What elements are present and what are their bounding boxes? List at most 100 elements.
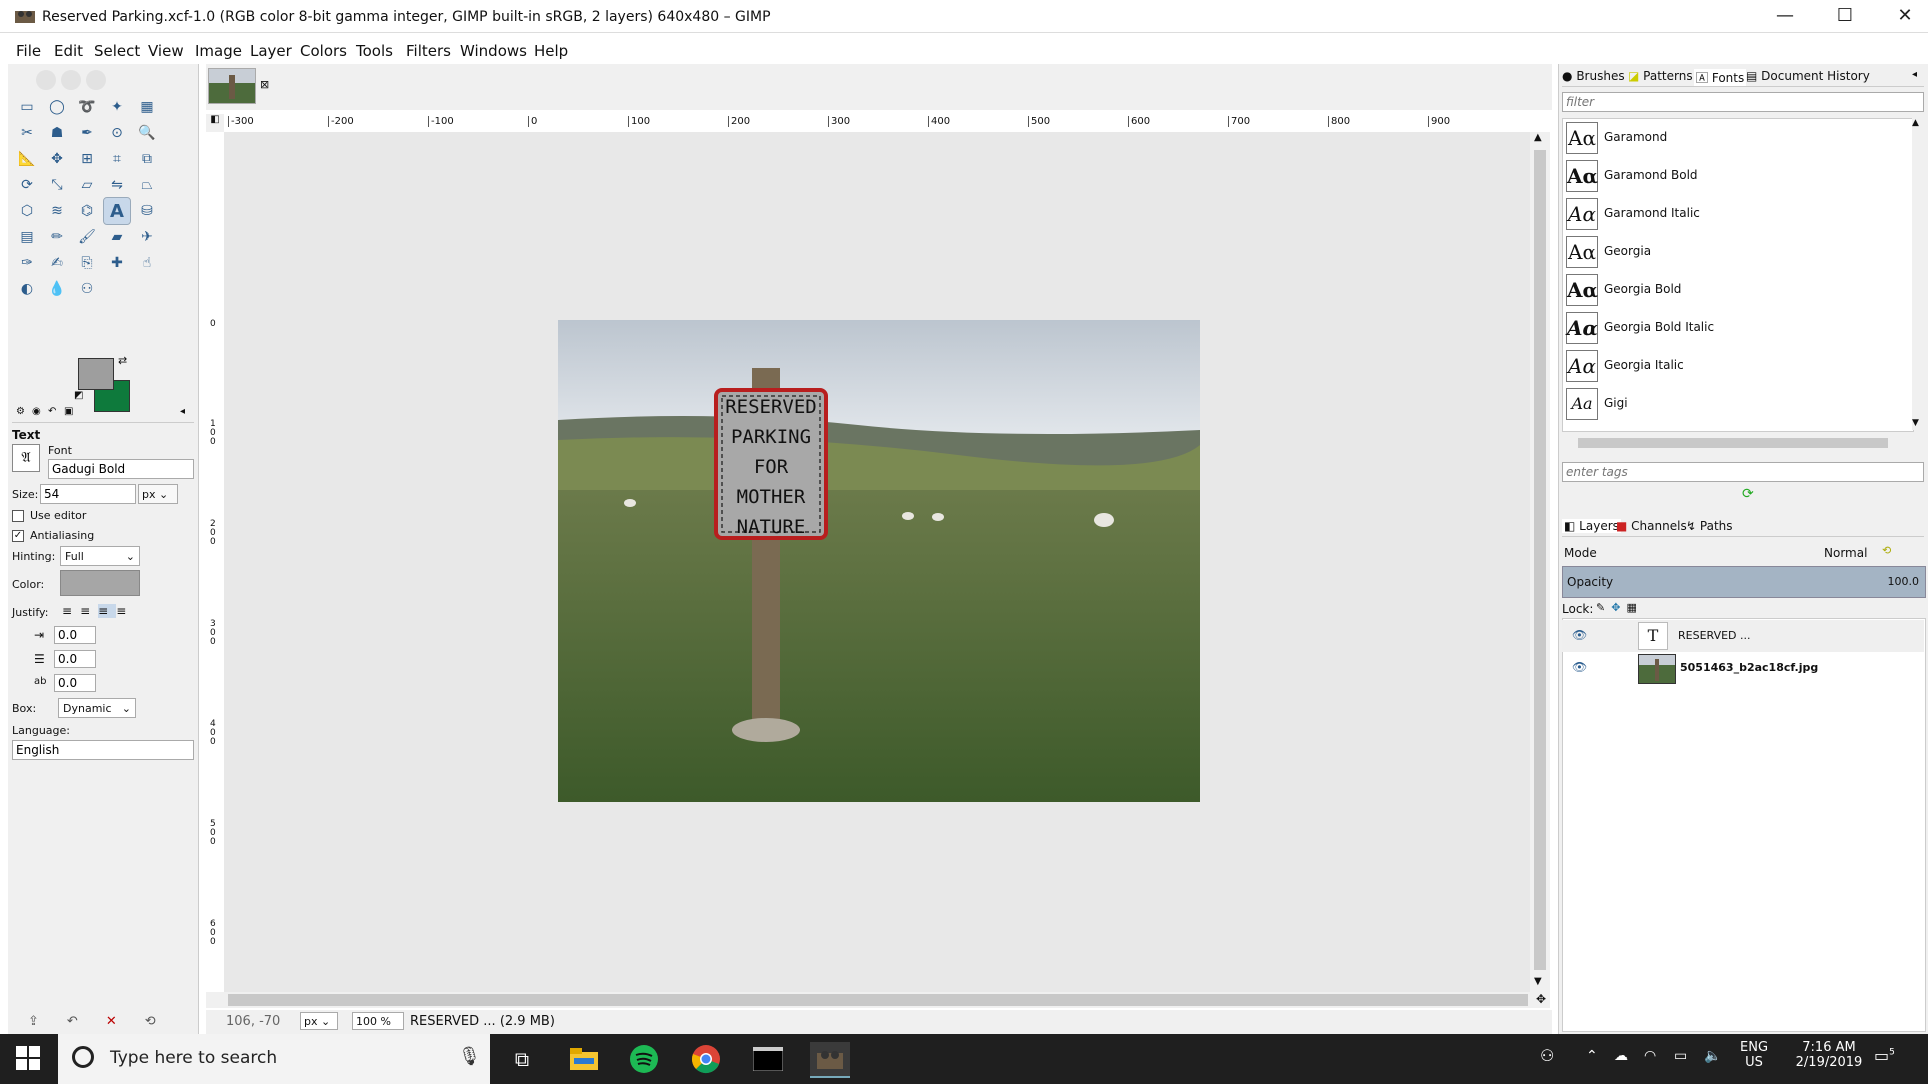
font-item[interactable]: Aα Garamond Italic bbox=[1566, 196, 1906, 232]
tab-fonts[interactable]: 🄰 Fonts bbox=[1694, 69, 1747, 86]
scroll-down-icon[interactable]: ▼ bbox=[1534, 976, 1542, 987]
tab-layers[interactable]: ◧ Layers bbox=[1562, 519, 1621, 533]
navigate-icon[interactable]: ✥ bbox=[1536, 992, 1546, 1006]
size-input[interactable] bbox=[40, 484, 136, 504]
measure-tool-icon[interactable]: 📐 bbox=[14, 146, 40, 172]
tool-options-icon[interactable]: ⚙ bbox=[16, 406, 25, 417]
pencil-tool-icon[interactable]: ✏ bbox=[44, 224, 70, 250]
letter-spacing-input[interactable] bbox=[54, 674, 96, 692]
heal-tool-icon[interactable]: ✚ bbox=[104, 250, 130, 276]
text-tool-icon[interactable]: A bbox=[103, 197, 131, 225]
3d-transform-tool-icon[interactable]: ⬡ bbox=[14, 198, 40, 224]
font-item[interactable]: Aα Garamond Bold bbox=[1566, 158, 1906, 194]
refresh-fonts-icon[interactable]: ⟳ bbox=[1742, 486, 1754, 502]
menu-file[interactable]: File bbox=[16, 42, 41, 60]
cage-tool-icon[interactable]: ⌬ bbox=[74, 198, 100, 224]
microphone-icon[interactable]: 🎙 bbox=[458, 1046, 481, 1067]
zoom-tool-icon[interactable]: 🔍 bbox=[134, 120, 160, 146]
image-canvas[interactable]: RESERVED PARKING FOR MOTHER NATURE bbox=[558, 320, 1200, 802]
shear-tool-icon[interactable]: ▱ bbox=[74, 172, 100, 198]
text-color-button[interactable] bbox=[60, 570, 140, 596]
tab-document-history[interactable]: ▤ Document History bbox=[1746, 69, 1870, 83]
lock-pixels-icon[interactable]: ✎ bbox=[1596, 601, 1611, 614]
sign-text-layer[interactable]: RESERVED PARKING FOR MOTHER NATURE bbox=[716, 392, 826, 542]
opacity-slider[interactable]: Opacity 100.0 bbox=[1562, 566, 1926, 598]
scroll-up-icon[interactable]: ▲ bbox=[1912, 118, 1919, 128]
scale-tool-icon[interactable]: ⤡ bbox=[44, 172, 70, 198]
rotate-tool-icon[interactable]: ⟳ bbox=[14, 172, 40, 198]
battery-icon[interactable]: ▭ bbox=[1674, 1048, 1687, 1064]
close-tab-icon[interactable]: ⊠ bbox=[260, 78, 269, 91]
menu-colors[interactable]: Colors bbox=[300, 42, 347, 60]
menu-tools[interactable]: Tools bbox=[356, 42, 393, 60]
bucket-fill-tool-icon[interactable]: ⛁ bbox=[134, 198, 160, 224]
horizontal-scrollbar[interactable]: ✥ bbox=[206, 992, 1550, 1008]
reset-icon[interactable]: ⟲ bbox=[145, 1014, 184, 1029]
color-picker-tool-icon[interactable]: ⊙ bbox=[104, 120, 130, 146]
menu-view[interactable]: View bbox=[148, 42, 184, 60]
justify-left-icon[interactable]: ≡ bbox=[62, 604, 80, 618]
font-filter-input[interactable] bbox=[1562, 92, 1924, 112]
chrome-icon[interactable] bbox=[686, 1042, 726, 1076]
windows-start-button[interactable] bbox=[16, 1046, 40, 1073]
people-icon[interactable]: ⚇ bbox=[1540, 1046, 1554, 1065]
clone-tool-icon[interactable]: ⎘ bbox=[74, 250, 100, 276]
perspective-clone-tool-icon[interactable]: ⚇ bbox=[74, 276, 100, 302]
menu-windows[interactable]: Windows bbox=[460, 42, 527, 60]
vertical-scrollbar[interactable]: ▲ ▼ bbox=[1530, 132, 1550, 992]
onedrive-icon[interactable]: ☁ bbox=[1614, 1048, 1628, 1064]
layer-row[interactable]: 👁 T RESERVED ... bbox=[1562, 620, 1924, 652]
indent-input[interactable] bbox=[54, 626, 96, 644]
move-tool-icon[interactable]: ✥ bbox=[44, 146, 70, 172]
delete-preset-icon[interactable]: ✕ bbox=[106, 1014, 145, 1029]
save-preset-icon[interactable]: ⇪ bbox=[28, 1014, 67, 1029]
ink-tool-icon[interactable]: ✑ bbox=[14, 250, 40, 276]
unified-transform-tool-icon[interactable]: ⧉ bbox=[134, 146, 160, 172]
unit-select[interactable]: px ⌄ bbox=[300, 1012, 338, 1030]
free-select-tool-icon[interactable]: ➰ bbox=[74, 94, 100, 120]
smudge-tool-icon[interactable]: ☝ bbox=[134, 250, 160, 276]
scroll-down-icon[interactable]: ▼ bbox=[1912, 418, 1919, 428]
task-view-icon[interactable]: ⧉ bbox=[502, 1042, 542, 1076]
rect-select-tool-icon[interactable]: ▭ bbox=[14, 94, 40, 120]
tab-brushes[interactable]: ● Brushes bbox=[1562, 69, 1625, 83]
warp-transform-tool-icon[interactable]: ≋ bbox=[44, 198, 70, 224]
file-explorer-icon[interactable] bbox=[564, 1042, 604, 1076]
gradient-tool-icon[interactable]: ▤ bbox=[14, 224, 40, 250]
menu-image[interactable]: Image bbox=[195, 42, 242, 60]
gimp-taskbar-icon[interactable] bbox=[810, 1042, 850, 1078]
antialiasing-checkbox[interactable]: ✓ bbox=[12, 530, 24, 542]
font-item[interactable]: Aα Georgia Bold Italic bbox=[1566, 310, 1906, 346]
tab-patterns[interactable]: ◪ Patterns bbox=[1628, 69, 1693, 83]
menu-filters[interactable]: Filters bbox=[406, 42, 451, 60]
mode-select[interactable]: Normal ⌄ bbox=[1824, 544, 1880, 578]
foreground-color-swatch[interactable] bbox=[78, 358, 114, 390]
undo-history-icon[interactable]: ↶ bbox=[48, 406, 56, 417]
vertical-ruler[interactable]: 0 100 200 300 400 500 600 bbox=[206, 132, 225, 992]
taskbar-search-box[interactable]: Type here to search 🎙 bbox=[58, 1034, 490, 1084]
paths-tool-icon[interactable]: ✒ bbox=[74, 120, 100, 146]
justify-right-icon[interactable]: ≡ bbox=[80, 604, 98, 618]
scissors-select-tool-icon[interactable]: ✂ bbox=[14, 120, 40, 146]
font-item[interactable]: Aa Gigi bbox=[1566, 386, 1906, 422]
volume-icon[interactable]: 🔈 bbox=[1704, 1048, 1721, 1064]
font-list-hscrollbar[interactable] bbox=[1562, 436, 1924, 450]
size-unit-select[interactable]: px ⌄ bbox=[138, 484, 178, 504]
align-tool-icon[interactable]: ⊞ bbox=[74, 146, 100, 172]
horizontal-scroll-thumb[interactable] bbox=[228, 994, 1528, 1006]
default-colors-icon[interactable]: ◩ bbox=[74, 390, 83, 401]
device-status-icon[interactable]: ◉ bbox=[32, 406, 41, 417]
use-editor-checkbox[interactable] bbox=[12, 510, 24, 522]
wifi-icon[interactable]: ◠ bbox=[1644, 1048, 1656, 1064]
justify-fill-icon[interactable]: ≡ bbox=[116, 604, 134, 618]
terminal-icon[interactable] bbox=[748, 1042, 788, 1076]
ellipse-select-tool-icon[interactable]: ◯ bbox=[44, 94, 70, 120]
configure-tab-icon[interactable]: ◂ bbox=[180, 406, 185, 417]
action-center-icon[interactable]: ▭5 bbox=[1874, 1046, 1895, 1065]
font-item[interactable]: Aα Georgia Bold bbox=[1566, 272, 1906, 308]
menu-edit[interactable]: Edit bbox=[54, 42, 83, 60]
hinting-select[interactable]: Full ⌄ bbox=[60, 546, 140, 566]
tab-paths[interactable]: ↯ Paths bbox=[1686, 519, 1733, 533]
tab-channels[interactable]: ■ Channels bbox=[1616, 519, 1687, 533]
justify-center-icon[interactable]: ≡ bbox=[98, 604, 117, 618]
